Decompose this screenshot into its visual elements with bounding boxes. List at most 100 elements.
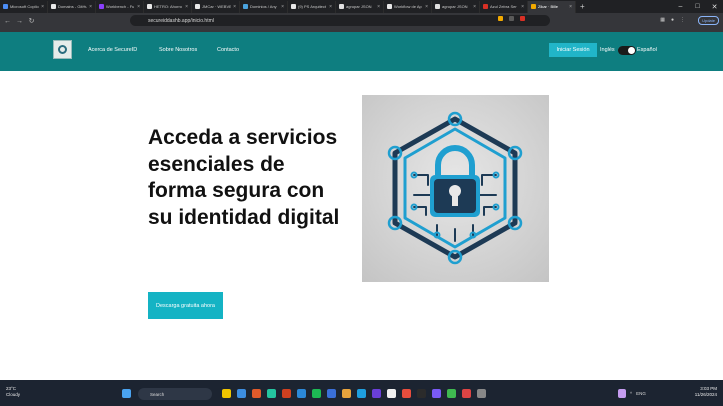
padlock-circuit-icon: [387, 111, 523, 265]
tab-favicon-icon: [51, 4, 56, 9]
language-english-label: Inglés: [600, 47, 615, 53]
download-button[interactable]: Descarga gratuita ahora: [148, 292, 223, 319]
tab-favicon-icon: [3, 4, 8, 9]
browser-tab[interactable]: JMCar · WEBVE ×: [192, 0, 240, 13]
tab-label: (9) PS Arquitect: [298, 4, 327, 9]
microphone-icon[interactable]: [618, 389, 626, 398]
nav-link-about[interactable]: Acerca de SecureID: [88, 47, 137, 53]
profile-icon[interactable]: ●: [671, 17, 674, 23]
os-taskbar: 23°C Cloudy Search ^ ENG 3:03 PM 11/26/2…: [0, 380, 723, 406]
back-icon[interactable]: ←: [4, 18, 11, 25]
language-spanish-label: Español: [637, 47, 657, 53]
taskbar-app-icon[interactable]: [297, 389, 306, 398]
taskbar-app-icon[interactable]: [282, 389, 291, 398]
browser-tab[interactable]: agrupar JSON ×: [432, 0, 480, 13]
windows-start-icon[interactable]: [122, 389, 131, 398]
taskbar-app-icon[interactable]: [432, 389, 441, 398]
tab-label: agrupar JSON: [442, 4, 468, 9]
close-icon[interactable]: ✕: [706, 3, 723, 11]
taskbar-app-icon[interactable]: [357, 389, 366, 398]
hero-headline: Acceda a servicios esenciales de forma s…: [148, 126, 340, 229]
forward-icon[interactable]: →: [16, 18, 23, 25]
extension-icon[interactable]: [509, 16, 514, 21]
toggle-knob: [628, 47, 635, 54]
tab-favicon-icon: [435, 4, 440, 9]
browser-tab[interactable]: Dominios / Any ×: [240, 0, 288, 13]
puzzle-icon[interactable]: ▦: [660, 17, 665, 23]
taskbar-app-icon[interactable]: [402, 389, 411, 398]
clock[interactable]: 3:03 PM 11/26/2024: [695, 386, 717, 398]
address-bar[interactable]: secureiddashb.app/inicio.html: [130, 15, 550, 26]
taskbar-app-icon[interactable]: [327, 389, 336, 398]
browser-tab[interactable]: agrupar JSON ×: [336, 0, 384, 13]
browser-tab-strip: Microsoft Copilo × Domains - GitHu × Workben…: [0, 0, 723, 13]
menu-icon[interactable]: ⋮: [680, 17, 685, 23]
browser-toolbar: ← → ↻ secureiddashb.app/inicio.html ▦ ● …: [0, 13, 723, 29]
update-button[interactable]: Update: [698, 16, 719, 25]
taskbar-app-icon[interactable]: [477, 389, 486, 398]
browser-tab[interactable]: Microsoft Copilo ×: [0, 0, 48, 13]
language-indicator[interactable]: ENG: [636, 391, 646, 396]
tab-favicon-icon: [483, 4, 488, 9]
tab-close-icon[interactable]: ×: [473, 4, 476, 10]
taskbar-search[interactable]: Search: [138, 388, 212, 400]
maximize-icon[interactable]: □: [689, 3, 706, 11]
weather-desc: Cloudy: [6, 392, 21, 397]
tab-favicon-icon: [339, 4, 344, 9]
tab-close-icon[interactable]: ×: [41, 4, 44, 10]
tab-close-icon[interactable]: ×: [89, 4, 92, 10]
taskbar-app-icon[interactable]: [342, 389, 351, 398]
extension-icon[interactable]: [498, 16, 503, 21]
site-logo[interactable]: [53, 40, 72, 59]
system-tray: ^ ENG: [618, 389, 646, 398]
browser-tab[interactable]: HETRO: Ahorro p ×: [144, 0, 192, 13]
tab-close-icon[interactable]: ×: [329, 4, 332, 10]
new-tab-icon[interactable]: +: [576, 2, 589, 11]
language-toggle[interactable]: [618, 46, 636, 55]
tab-label: Azul Zebra Ser: [490, 4, 517, 9]
minimize-icon[interactable]: –: [672, 3, 689, 11]
reload-icon[interactable]: ↻: [28, 17, 35, 25]
taskbar-app-icon[interactable]: [237, 389, 246, 398]
browser-tab[interactable]: Workflow de Ap ×: [384, 0, 432, 13]
browser-tab[interactable]: (9) PS Arquitect ×: [288, 0, 336, 13]
extension-icon[interactable]: [520, 16, 525, 21]
tab-close-icon[interactable]: ×: [185, 4, 188, 10]
taskbar-app-icon[interactable]: [252, 389, 261, 398]
taskbar-app-icon[interactable]: [462, 389, 471, 398]
tab-close-icon[interactable]: ×: [233, 4, 236, 10]
taskbar-app-icon[interactable]: [222, 389, 231, 398]
extension-icons: [498, 16, 525, 21]
site-navbar: Acerca de SecureID Sobre Nosotros Contac…: [0, 32, 723, 71]
taskbar-app-icon[interactable]: [387, 389, 396, 398]
hero-security-image: [362, 95, 549, 282]
taskbar-app-icon[interactable]: [417, 389, 426, 398]
browser-tab[interactable]: Zikar · Bille ×: [528, 0, 576, 13]
tab-close-icon[interactable]: ×: [569, 4, 572, 10]
tab-close-icon[interactable]: ×: [137, 4, 140, 10]
tab-close-icon[interactable]: ×: [425, 4, 428, 10]
search-label: Search: [150, 391, 165, 397]
taskbar-start: [122, 389, 131, 398]
tab-label: Domains - GitHu: [58, 4, 88, 9]
nav-link-about-us[interactable]: Sobre Nosotros: [159, 47, 197, 53]
tab-close-icon[interactable]: ×: [281, 4, 284, 10]
chevron-up-icon[interactable]: ^: [630, 391, 632, 396]
toolbar-icons: ▦ ● ⋮: [660, 17, 685, 23]
tab-label: Dominios / Any: [250, 4, 277, 9]
tab-close-icon[interactable]: ×: [521, 4, 524, 10]
taskbar-app-icon[interactable]: [312, 389, 321, 398]
weather-widget[interactable]: 23°C Cloudy: [6, 386, 20, 398]
taskbar-app-icon[interactable]: [447, 389, 456, 398]
nav-link-contact[interactable]: Contacto: [217, 47, 239, 53]
url-text: secureiddashb.app/inicio.html: [148, 17, 214, 24]
tab-favicon-icon: [147, 4, 152, 9]
tab-close-icon[interactable]: ×: [377, 4, 380, 10]
browser-tab[interactable]: Workbench - Fu ×: [96, 0, 144, 13]
taskbar-app-icon[interactable]: [267, 389, 276, 398]
browser-tab[interactable]: Domains - GitHu ×: [48, 0, 96, 13]
tab-favicon-icon: [99, 4, 104, 9]
browser-tab[interactable]: Azul Zebra Ser ×: [480, 0, 528, 13]
login-button[interactable]: Iniciar Sesión: [549, 43, 597, 57]
taskbar-app-icon[interactable]: [372, 389, 381, 398]
